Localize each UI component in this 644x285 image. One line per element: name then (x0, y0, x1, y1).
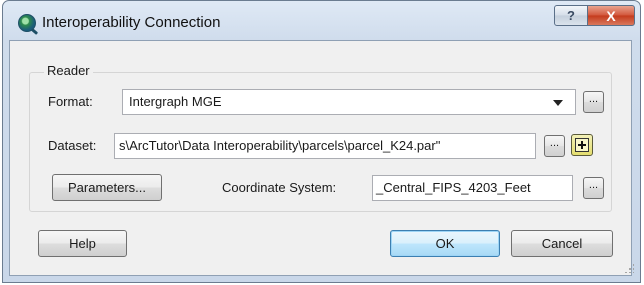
window-title: Interoperability Connection (42, 14, 221, 31)
help-button[interactable]: Help (38, 230, 127, 257)
close-icon: X (606, 7, 616, 24)
plus-icon (575, 138, 589, 152)
coordinate-system-browse-button[interactable]: ... (583, 177, 604, 199)
coordinate-system-label: Coordinate System: (222, 180, 337, 195)
dataset-value: s\ArcTutor\Data Interoperability\parcels… (119, 138, 441, 153)
chevron-down-icon[interactable] (553, 100, 563, 106)
format-value: Intergraph MGE (129, 94, 222, 109)
title-bar[interactable]: Interoperability Connection ? X (3, 1, 640, 41)
globe-magnifier-icon (18, 14, 36, 32)
format-label: Format: (48, 94, 93, 109)
parameters-button[interactable]: Parameters... (52, 174, 162, 201)
ok-button[interactable]: OK (390, 230, 500, 257)
context-help-button[interactable]: ? (554, 5, 588, 26)
add-dataset-button[interactable] (571, 134, 593, 156)
dataset-label: Dataset: (48, 138, 97, 153)
cancel-button[interactable]: Cancel (511, 230, 613, 257)
format-combobox[interactable]: Intergraph MGE (122, 89, 576, 115)
coordinate-system-field[interactable]: _Central_FIPS_4203_Feet (372, 175, 573, 201)
dataset-field[interactable]: s\ArcTutor\Data Interoperability\parcels… (114, 133, 536, 159)
dataset-browse-button[interactable]: ... (544, 135, 565, 157)
question-mark-icon: ? (567, 8, 575, 23)
coordinate-system-value: _Central_FIPS_4203_Feet (376, 180, 531, 195)
format-browse-button[interactable]: ... (583, 91, 604, 113)
reader-group-title: Reader (44, 63, 93, 78)
close-button[interactable]: X (587, 5, 635, 26)
